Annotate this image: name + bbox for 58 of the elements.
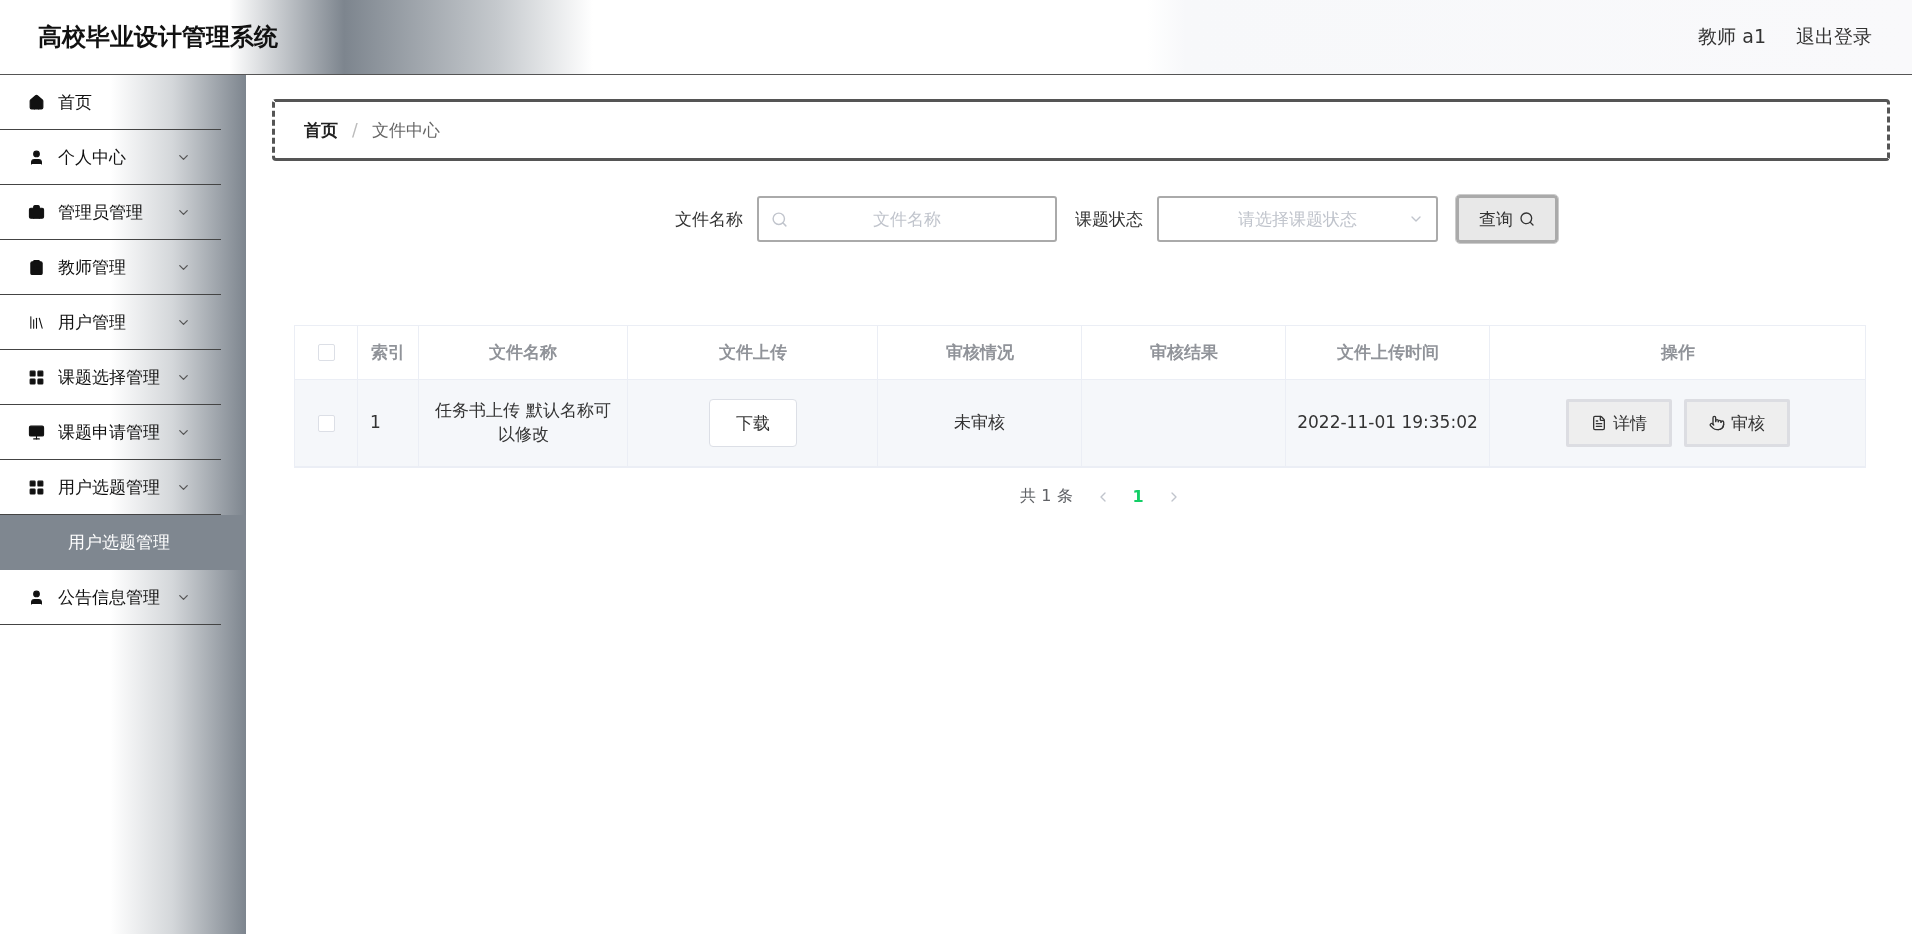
select-field[interactable]: 请选择课题状态 [1156,196,1438,242]
query-button[interactable]: 查询 [1455,195,1558,243]
menu-label: 用户管理 [58,310,127,334]
checkbox[interactable] [317,344,335,361]
menu-label: 课题选择管理 [58,365,161,389]
user-icon [28,148,45,166]
table-cell: 未审核 [878,380,1082,466]
search-field[interactable]: 文件名称 [756,196,1057,242]
table-cell: 1 [358,380,419,466]
breadcrumb-separator: / [352,120,358,140]
menu-item[interactable]: 个人中心 [0,130,221,185]
total-count: 共 1 条 [1020,486,1073,507]
menu-item[interactable]: 用户管理 [0,295,221,350]
grid-icon [28,368,45,386]
document-icon [1590,415,1607,431]
table-cell: 任务书上传 默认名称可以修改 [419,380,628,466]
column-header: 索引 [358,326,419,379]
action-button[interactable]: 详情 [1565,399,1672,447]
search-icon [1518,211,1535,227]
checkbox[interactable] [317,414,335,432]
books-icon [28,313,45,331]
home-icon [28,93,45,111]
menu-item[interactable]: 管理员管理 [0,185,221,240]
download-button[interactable]: 下载 [708,399,797,447]
briefcase-icon [28,203,45,221]
menu-label: 个人中心 [58,145,127,169]
breadcrumb-link[interactable]: 首页 [304,118,338,142]
column-header: 文件上传 [628,326,878,379]
column-header: 文件名称 [419,326,628,379]
menu-label: 教师管理 [58,255,127,279]
hand-icon [1708,415,1725,431]
menu-label: 公告信息管理 [58,585,161,609]
field-label: 文件名称 [674,207,743,231]
app-title: 高校毕业设计管理系统 [38,22,278,53]
search-icon [770,211,788,228]
action-button[interactable]: 审核 [1683,399,1790,447]
column-header: 审核结果 [1082,326,1286,379]
breadcrumb-link[interactable]: 文件中心 [371,118,440,142]
column-header: 文件上传时间 [1286,326,1490,379]
grid-icon [28,478,45,496]
table-cell: 2022-11-01 19:35:02 [1286,380,1490,466]
column-header: 审核情况 [878,326,1082,379]
clipboard-icon [28,258,45,276]
menu-item[interactable]: 公告信息管理 [0,570,221,625]
menu-label: 用户选题管理 [58,475,161,499]
field-label: 课题状态 [1074,207,1143,231]
menu-item[interactable]: 课题选择管理 [0,350,221,405]
menu-label: 管理员管理 [58,200,144,224]
menu-item[interactable]: 首页 [0,75,221,130]
column-header: 操作 [1659,340,1696,364]
logout-link[interactable]: 退出登录 [1796,24,1872,50]
user-name: 教师 a1 [1698,24,1766,49]
menu-item[interactable]: 课题申请管理 [0,405,221,460]
monitor-icon [28,423,45,441]
menu-label: 首页 [58,90,93,114]
menu-item[interactable]: 教师管理 [0,240,221,295]
user-icon [28,588,45,606]
menu-label: 课题申请管理 [58,420,161,444]
